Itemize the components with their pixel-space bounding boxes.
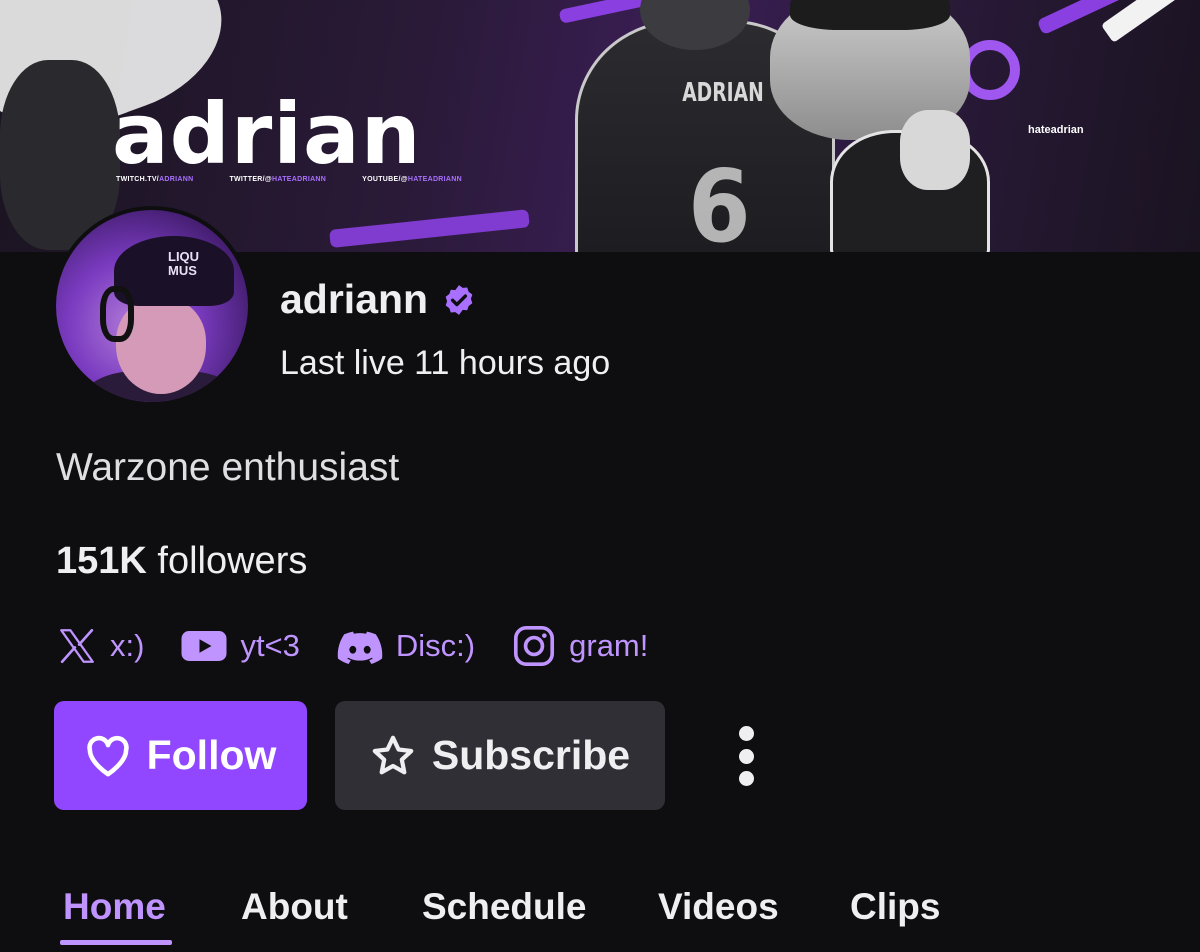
last-live-status: Last live 11 hours ago — [280, 344, 611, 382]
jersey-name: ADRIAN — [682, 78, 764, 108]
social-link-discord[interactable]: Disc:) — [336, 627, 475, 665]
star-icon — [372, 735, 414, 774]
avatar-headset — [100, 286, 134, 342]
tab-videos[interactable]: Videos — [658, 886, 779, 928]
avatar-cap-text: LIQU MUS — [168, 249, 200, 279]
followers-label: followers — [157, 540, 308, 582]
instagram-icon — [514, 625, 555, 667]
jersey-number: 6 — [688, 148, 751, 252]
youtube-icon — [181, 631, 227, 661]
banner-link-twitch: TWITCH.TV/ADRIANN — [116, 176, 194, 183]
active-tab-indicator — [60, 940, 172, 945]
tab-home[interactable]: Home — [63, 886, 166, 928]
social-link-x[interactable]: x:) — [56, 625, 144, 667]
social-link-youtube[interactable]: yt<3 — [180, 628, 300, 664]
subscribe-button-label: Subscribe — [431, 732, 631, 778]
tab-clips[interactable]: Clips — [850, 886, 940, 928]
social-label: yt<3 — [240, 628, 300, 663]
banner-player-hair — [790, 0, 950, 30]
channel-bio: Warzone enthusiast — [56, 446, 400, 489]
social-label: x:) — [110, 628, 145, 663]
banner-link-twitter: TWITTER/@HATEADRIANN — [229, 176, 327, 183]
heart-icon — [86, 735, 129, 776]
social-links: x:) yt<3 Disc:) gram! — [56, 622, 684, 670]
verified-badge-icon — [445, 284, 473, 315]
banner-player-hand — [900, 110, 970, 190]
social-label: Disc:) — [395, 628, 476, 663]
subscribe-button[interactable]: Subscribe — [335, 701, 665, 810]
channel-name: adriann — [280, 276, 429, 322]
banner-links: TWITCH.TV/ADRIANN TWITTER/@HATEADRIANN Y… — [116, 176, 462, 183]
x-icon — [60, 628, 94, 664]
avatar[interactable]: LIQU MUS — [52, 206, 252, 406]
banner-handle: hateadrian — [1028, 124, 1084, 136]
channel-tabs: Home About Schedule Videos Clips — [0, 880, 1200, 952]
followers-number: 151K — [56, 540, 147, 582]
discord-icon — [337, 631, 383, 664]
tab-schedule[interactable]: Schedule — [422, 886, 587, 928]
follow-button-label: Follow — [146, 732, 277, 778]
channel-name-row: adriann — [280, 276, 476, 323]
social-label: gram! — [569, 628, 649, 663]
followers-count: 151K followers — [56, 540, 307, 583]
follow-button[interactable]: Follow — [54, 701, 307, 810]
banner-white-stroke — [1100, 0, 1180, 43]
more-vertical-icon — [738, 726, 754, 786]
social-link-instagram[interactable]: gram! — [511, 623, 648, 669]
tab-about[interactable]: About — [241, 886, 348, 928]
banner-stroke — [329, 209, 530, 248]
more-options-button[interactable] — [728, 726, 764, 786]
banner-title: adrian — [112, 85, 422, 183]
banner-link-youtube: YOUTUBE/@HATEADRIANN — [362, 176, 462, 183]
